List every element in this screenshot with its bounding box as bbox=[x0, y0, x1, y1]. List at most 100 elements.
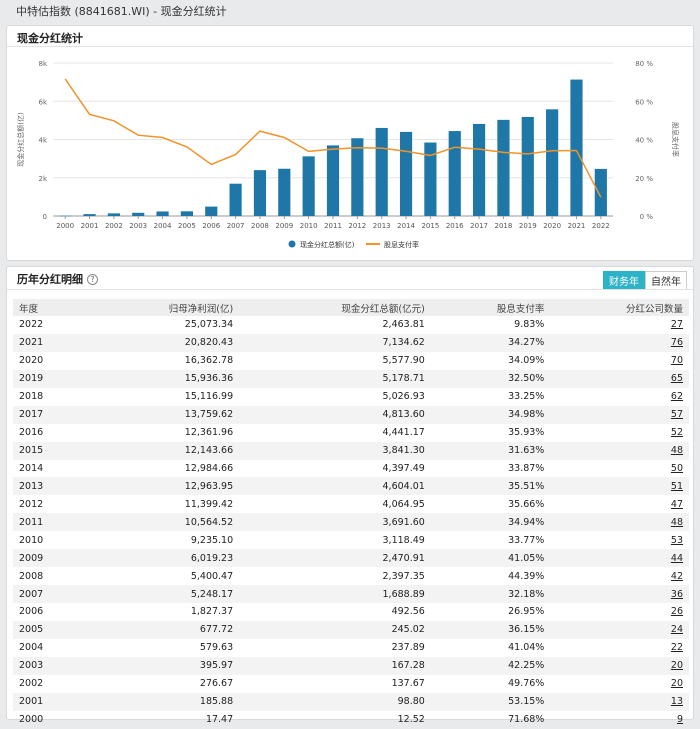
cell-company-count: 51 bbox=[550, 477, 689, 496]
x-tick-label: 2018 bbox=[495, 222, 513, 230]
table-title-text: 历年分红明细 bbox=[17, 273, 83, 286]
cell-dividend-total: 12.52 bbox=[397, 714, 425, 726]
cell-net-profit: 12,963.95 bbox=[85, 477, 240, 496]
company-count-link[interactable]: 53 bbox=[671, 535, 683, 546]
cell-dividend-total: 3,691.60 bbox=[239, 513, 431, 532]
column-header-payout-ratio[interactable]: 股息支付率 bbox=[430, 299, 551, 316]
table-header-row: 年度 归母净利润(亿) 现金分红总额(亿元) 股息支付率 分红公司数量 bbox=[13, 299, 689, 316]
company-count-link[interactable]: 51 bbox=[671, 481, 683, 492]
company-count-link[interactable]: 48 bbox=[671, 517, 683, 528]
company-count-link[interactable]: 13 bbox=[671, 696, 683, 707]
help-icon[interactable]: ? bbox=[87, 274, 98, 285]
cell-net-profit: 9,235.10 bbox=[190, 534, 234, 546]
cell-dividend-total: 1,688.89 bbox=[239, 585, 431, 603]
cell-company-count: 27 bbox=[550, 316, 689, 334]
cell-dividend-total: 5,577.90 bbox=[382, 355, 425, 367]
x-tick-label: 2016 bbox=[446, 222, 464, 230]
cell-year: 2011 bbox=[13, 513, 86, 532]
company-count-link[interactable]: 65 bbox=[671, 373, 683, 384]
table-row: 2002 276.67 137.67 49.76% 20 bbox=[13, 675, 689, 693]
y-tick-label: 8k bbox=[38, 60, 47, 68]
y-tick-label: 0 bbox=[43, 213, 47, 221]
cell-year: 2018 bbox=[19, 391, 44, 403]
cell-dividend-total: 492.56 bbox=[391, 606, 425, 618]
cell-payout-ratio: 34.27% bbox=[430, 333, 551, 352]
column-header-dividend-total[interactable]: 现金分红总额(亿元) bbox=[239, 299, 431, 316]
table-row: 2012 11,399.42 4,064.95 35.66% 47 bbox=[13, 495, 689, 513]
y2-tick-label: 40 % bbox=[635, 137, 653, 145]
cell-dividend-total: 2,463.81 bbox=[382, 319, 425, 331]
legend-label-dividend-total[interactable]: 现金分红总额(亿) bbox=[300, 240, 355, 249]
x-tick-label: 2010 bbox=[300, 222, 318, 230]
bar-2011 bbox=[326, 145, 340, 216]
company-count-link[interactable]: 62 bbox=[671, 391, 683, 402]
cell-company-count: 53 bbox=[550, 531, 689, 549]
column-header-company-count[interactable]: 分红公司数量 bbox=[550, 299, 689, 316]
cell-net-profit: 5,400.47 bbox=[190, 570, 234, 582]
cell-year: 2003 bbox=[13, 656, 86, 675]
company-count-link[interactable]: 26 bbox=[671, 606, 683, 617]
table-row: 2003 395.97 167.28 42.25% 20 bbox=[13, 656, 689, 675]
table-row: 2009 6,019.23 2,470.91 41.05% 44 bbox=[13, 549, 689, 568]
cell-company-count: 22 bbox=[550, 639, 689, 657]
table-row: 2008 5,400.47 2,397.35 44.39% 42 bbox=[13, 567, 689, 585]
cell-company-count: 36 bbox=[550, 585, 689, 603]
company-count-link[interactable]: 22 bbox=[671, 642, 683, 653]
company-count-link[interactable]: 70 bbox=[671, 355, 683, 366]
cell-dividend-total: 4,397.49 bbox=[382, 462, 425, 474]
cell-dividend-total: 245.02 bbox=[239, 620, 431, 639]
x-tick-label: 2012 bbox=[348, 222, 366, 230]
company-count-link[interactable]: 47 bbox=[671, 499, 683, 510]
tab-calendar-year[interactable]: 自然年 bbox=[645, 271, 687, 290]
bar-2004 bbox=[156, 211, 169, 216]
company-count-link[interactable]: 76 bbox=[671, 337, 683, 348]
y-tick-label: 2k bbox=[38, 175, 47, 183]
cell-company-count: 48 bbox=[550, 441, 689, 460]
company-count-link[interactable]: 27 bbox=[671, 319, 683, 330]
x-tick-label: 2017 bbox=[470, 222, 488, 230]
bar-2001 bbox=[83, 214, 96, 216]
cell-year: 2019 bbox=[13, 369, 86, 388]
cell-net-profit: 677.72 bbox=[85, 620, 240, 639]
company-count-link[interactable]: 20 bbox=[671, 660, 683, 671]
company-count-link[interactable]: 50 bbox=[671, 463, 683, 474]
cell-dividend-total: 4,441.17 bbox=[382, 427, 425, 439]
cell-company-count: 20 bbox=[550, 675, 689, 693]
company-count-link[interactable]: 52 bbox=[671, 427, 683, 438]
table-row: 2006 1,827.37 492.56 26.95% 26 bbox=[13, 603, 689, 621]
company-count-link[interactable]: 44 bbox=[671, 553, 683, 564]
cell-net-profit: 16,362.78 bbox=[184, 355, 234, 367]
legend-label-payout-ratio[interactable]: 股息支付率 bbox=[384, 240, 419, 249]
bar-2016 bbox=[448, 131, 461, 216]
table-row: 2018 15,116.99 5,026.93 33.25% 62 bbox=[13, 388, 689, 406]
cell-payout-ratio: 35.51% bbox=[430, 477, 551, 496]
cell-company-count: 65 bbox=[550, 369, 689, 388]
cell-year: 2014 bbox=[19, 462, 44, 474]
cell-company-count: 26 bbox=[550, 603, 689, 621]
bar-2017 bbox=[473, 123, 486, 216]
cell-company-count: 48 bbox=[550, 513, 689, 532]
company-count-link[interactable]: 24 bbox=[671, 624, 683, 635]
x-tick-label: 2001 bbox=[81, 222, 99, 230]
cell-net-profit: 185.88 bbox=[85, 692, 240, 711]
company-count-link[interactable]: 9 bbox=[677, 714, 683, 725]
company-count-link[interactable]: 42 bbox=[671, 571, 683, 582]
cell-payout-ratio: 32.50% bbox=[430, 369, 551, 388]
company-count-link[interactable]: 20 bbox=[671, 678, 683, 689]
y-tick-label: 4k bbox=[38, 137, 47, 145]
cell-company-count: 13 bbox=[550, 692, 689, 711]
tab-fiscal-year[interactable]: 财务年 bbox=[603, 271, 645, 290]
x-tick-label: 2021 bbox=[568, 222, 586, 230]
cell-dividend-total: 3,841.30 bbox=[239, 441, 431, 460]
cell-net-profit: 395.97 bbox=[85, 656, 240, 675]
company-count-link[interactable]: 57 bbox=[671, 409, 683, 420]
company-count-link[interactable]: 48 bbox=[671, 445, 683, 456]
column-header-net-profit[interactable]: 归母净利润(亿) bbox=[85, 299, 240, 316]
table-row: 2021 20,820.43 7,134.62 34.27% 76 bbox=[13, 333, 689, 352]
x-tick-label: 2008 bbox=[251, 222, 269, 230]
column-header-year[interactable]: 年度 bbox=[13, 299, 86, 316]
cell-net-profit: 5,248.17 bbox=[85, 585, 240, 603]
bar-2008 bbox=[253, 170, 267, 216]
bar-2012 bbox=[351, 138, 364, 216]
company-count-link[interactable]: 36 bbox=[671, 589, 683, 600]
